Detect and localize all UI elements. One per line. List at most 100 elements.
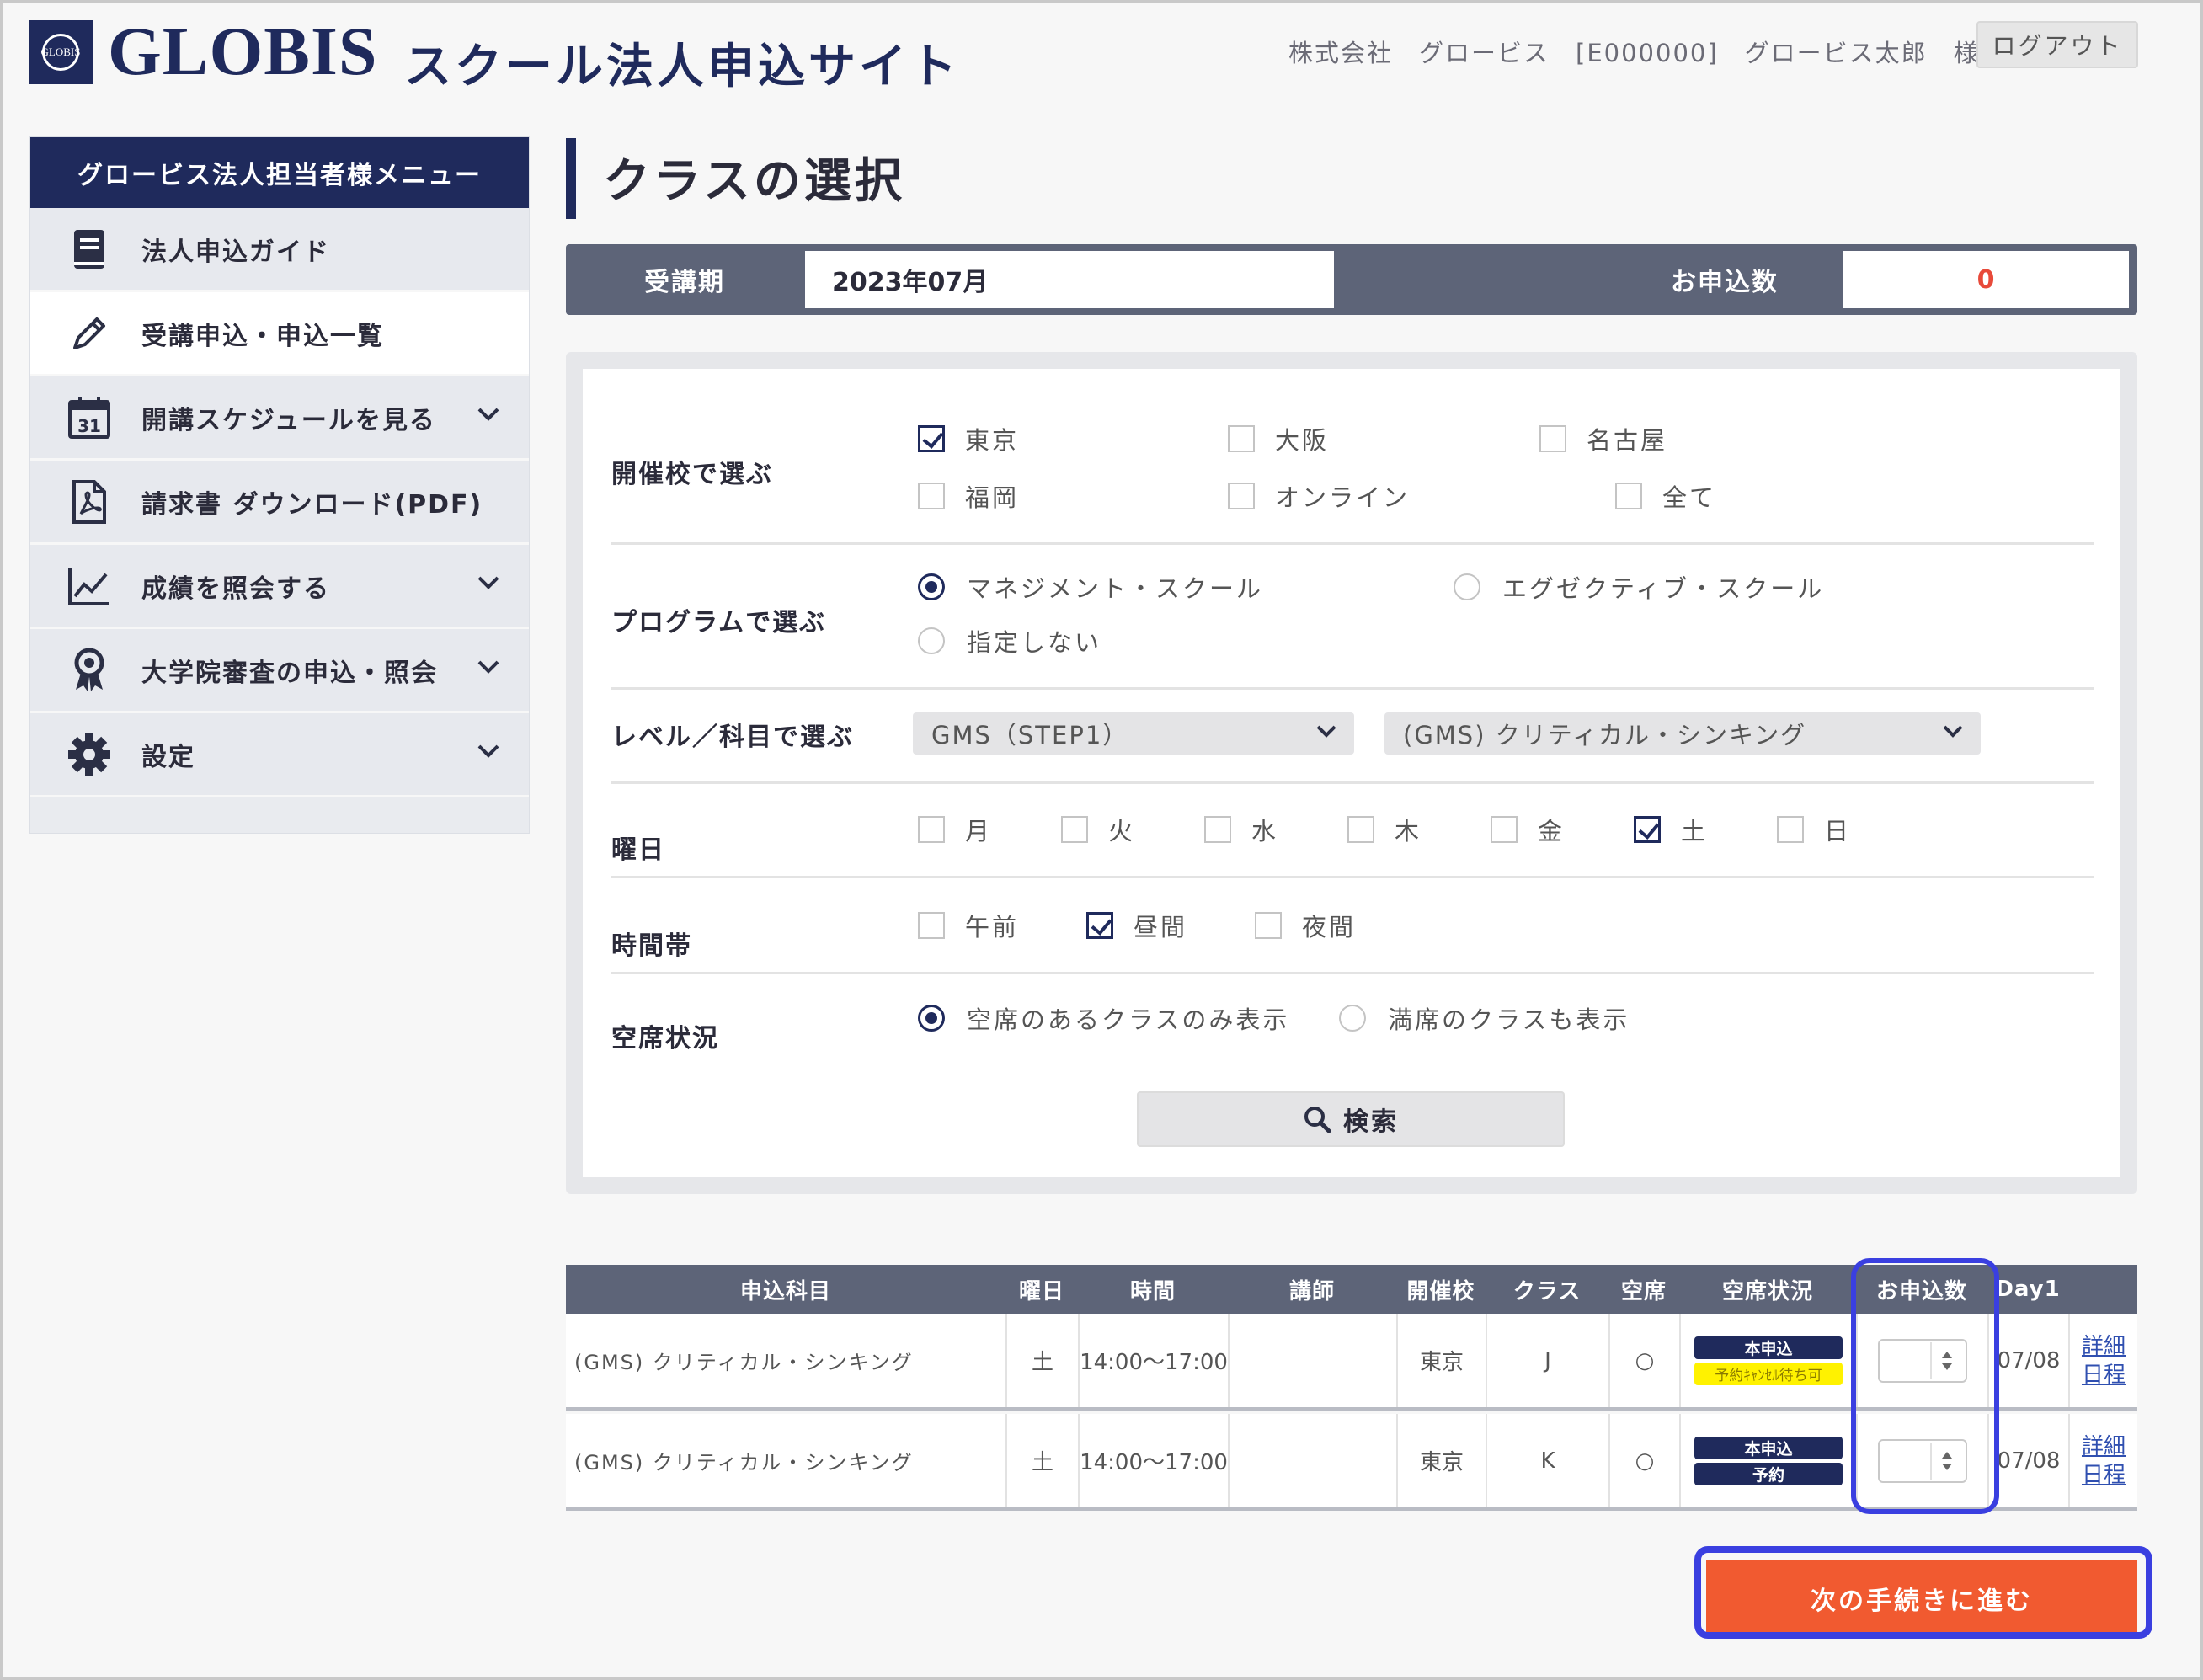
subject-cell: (GMS) クリティカル・シンキング	[574, 1451, 914, 1475]
program-option-none[interactable]: 指定しない	[918, 623, 1102, 659]
checkbox[interactable]	[918, 483, 945, 509]
search-icon	[1303, 1105, 1331, 1133]
checkbox[interactable]	[1347, 816, 1374, 843]
weekday-option-thu[interactable]: 木	[1347, 812, 1422, 847]
sidebar-item-grades[interactable]: 成績を照会する	[30, 545, 529, 629]
logout-button[interactable]: ログアウト	[1976, 21, 2138, 68]
weekday-option-sun[interactable]: 日	[1777, 812, 1851, 847]
column-header: 講師	[1288, 1278, 1335, 1304]
school-option-fukuoka[interactable]: 福岡	[918, 478, 1019, 514]
schedule-link[interactable]: 日程	[2082, 1461, 2126, 1490]
program-filter-label: プログラムで選ぶ	[611, 608, 827, 637]
user-info: 株式会社 グロービス [E000000] グロービス太郎 様	[1288, 39, 1980, 67]
radio[interactable]	[918, 1005, 945, 1032]
checkbox[interactable]	[1086, 912, 1113, 939]
timeslot-option-morning[interactable]: 午前	[918, 908, 1019, 943]
chevron-down-icon	[477, 660, 499, 674]
school-option-tokyo[interactable]: 東京	[918, 421, 1019, 456]
class-cell: K	[1486, 1414, 1608, 1507]
divider	[611, 781, 2094, 784]
pencil-icon	[64, 308, 115, 359]
sidebar: グロービス法人担当者様メニュー 法人申込ガイド 受講申込・申込一覧 31 開講ス…	[29, 136, 530, 834]
search-button[interactable]: 検索	[1137, 1091, 1565, 1147]
chevron-down-icon	[477, 408, 499, 421]
checkbox[interactable]	[1204, 816, 1231, 843]
status-badge: 予約ｷｬﾝｾﾙ待ち可	[1694, 1362, 1843, 1385]
sidebar-item-guide[interactable]: 法人申込ガイド	[30, 208, 529, 292]
level-select[interactable]: GMS（STEP1）	[913, 712, 1354, 755]
checkbox[interactable]	[1228, 483, 1255, 509]
weekday-option-tue[interactable]: 火	[1061, 812, 1135, 847]
sidebar-item-label: 大学院審査の申込・照会	[141, 658, 438, 688]
sidebar-item-settings[interactable]: 設定	[30, 713, 529, 797]
checkbox[interactable]	[918, 912, 945, 939]
sidebar-item-invoice[interactable]: 請求書 ダウンロード(PDF)	[30, 461, 529, 545]
teacher-cell	[1228, 1314, 1396, 1407]
sidebar-item-label: 設定	[141, 742, 195, 772]
checkbox[interactable]	[1615, 483, 1642, 509]
school-option-nagoya[interactable]: 名古屋	[1539, 421, 1667, 456]
detail-link[interactable]: 詳細	[2082, 1332, 2126, 1361]
weekday-option-fri[interactable]: 金	[1491, 812, 1565, 847]
school-option-osaka[interactable]: 大阪	[1228, 421, 1329, 456]
checkbox[interactable]	[918, 425, 945, 452]
availability-option-include-full[interactable]: 満席のクラスも表示	[1339, 1000, 1630, 1036]
timeslot-filter-label: 時間帯	[611, 931, 692, 961]
period-label: 受講期	[644, 268, 725, 297]
school-option-online[interactable]: オンライン	[1228, 478, 1410, 514]
weekday-option-wed[interactable]: 水	[1204, 812, 1278, 847]
sidebar-item-label: 請求書 ダウンロード(PDF)	[141, 489, 483, 520]
divider	[611, 687, 2094, 690]
svg-text:31: 31	[77, 416, 101, 436]
radio[interactable]	[918, 573, 945, 600]
title-accent-bar	[566, 138, 576, 219]
filter-panel: 開催校で選ぶ 東京 大阪 名古屋 福岡 オンライン 全て プログラムで選ぶ マネ…	[566, 352, 2137, 1194]
radio[interactable]	[918, 627, 945, 654]
sidebar-item-application[interactable]: 受講申込・申込一覧	[30, 292, 529, 376]
links-cell: 詳細 日程	[2068, 1314, 2137, 1407]
class-cell: J	[1486, 1314, 1608, 1407]
school-option-all[interactable]: 全て	[1615, 478, 1716, 514]
radio[interactable]	[1339, 1005, 1366, 1032]
time-cell: 14:00〜17:00	[1078, 1414, 1228, 1507]
teacher-cell	[1228, 1414, 1396, 1507]
school-cell: 東京	[1396, 1414, 1486, 1507]
sidebar-item-schedule[interactable]: 31 開講スケジュールを見る	[30, 376, 529, 461]
school-cell: 東京	[1396, 1314, 1486, 1407]
seat-cell: ○	[1608, 1414, 1679, 1507]
book-icon	[64, 224, 115, 275]
timeslot-option-daytime[interactable]: 昼間	[1086, 908, 1187, 943]
timeslot-option-night[interactable]: 夜間	[1255, 908, 1356, 943]
weekday-option-mon[interactable]: 月	[918, 812, 992, 847]
checkbox[interactable]	[1539, 425, 1566, 452]
weekday-option-sat[interactable]: 土	[1634, 812, 1708, 847]
program-option-executive[interactable]: エグゼクティブ・スクール	[1454, 569, 1824, 605]
checkbox[interactable]	[918, 816, 945, 843]
column-header: クラス	[1512, 1278, 1582, 1304]
status-badge: 予約	[1694, 1462, 1843, 1485]
detail-link[interactable]: 詳細	[2082, 1432, 2126, 1461]
checkbox[interactable]	[1061, 816, 1088, 843]
status-cell: 本申込 予約ｷｬﾝｾﾙ待ち可	[1679, 1314, 1856, 1407]
checkbox[interactable]	[1777, 816, 1804, 843]
subject-cell: (GMS) クリティカル・シンキング	[574, 1351, 914, 1374]
availability-option-open-only[interactable]: 空席のあるクラスのみ表示	[918, 1000, 1289, 1036]
column-header: 時間	[1129, 1278, 1176, 1304]
program-option-management[interactable]: マネジメント・スクール	[918, 569, 1263, 605]
sidebar-item-label: 成績を照会する	[141, 573, 330, 604]
period-value: 2023年07月	[805, 251, 1334, 308]
chevron-down-icon	[477, 744, 499, 758]
schedule-link[interactable]: 日程	[2082, 1361, 2126, 1389]
period-bar: 受講期 2023年07月 お申込数 0	[566, 244, 2137, 315]
weekday-cell: 土	[1005, 1414, 1078, 1507]
sidebar-item-graduate[interactable]: 大学院審査の申込・照会	[30, 629, 529, 713]
checkbox[interactable]	[1255, 912, 1282, 939]
gear-icon	[64, 729, 115, 780]
subject-select[interactable]: (GMS) クリティカル・シンキング	[1384, 712, 1981, 755]
checkbox[interactable]	[1634, 816, 1661, 843]
award-ribbon-icon	[64, 645, 115, 696]
radio[interactable]	[1454, 573, 1480, 600]
checkbox[interactable]	[1491, 816, 1518, 843]
sidebar-item-label: 受講申込・申込一覧	[141, 321, 384, 351]
checkbox[interactable]	[1228, 425, 1255, 452]
